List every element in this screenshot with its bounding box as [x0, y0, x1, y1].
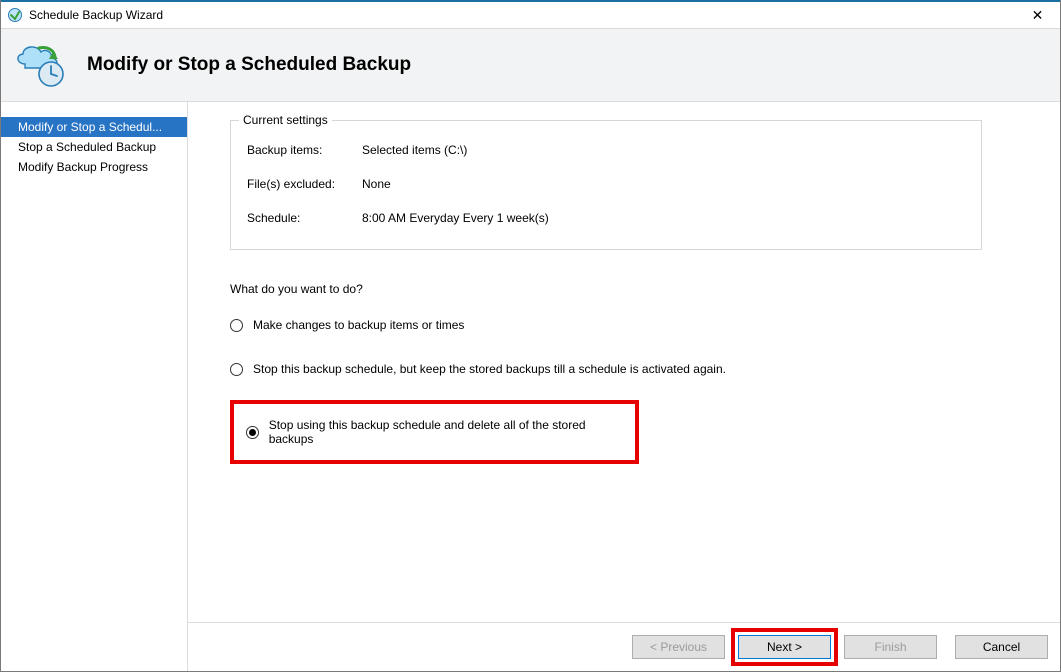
page-title: Modify or Stop a Scheduled Backup — [87, 54, 411, 76]
option-label: Stop this backup schedule, but keep the … — [253, 362, 726, 376]
button-label: Finish — [874, 640, 906, 654]
current-settings-legend: Current settings — [239, 113, 332, 127]
cancel-button[interactable]: Cancel — [955, 635, 1048, 659]
backup-cloud-clock-icon — [11, 40, 69, 90]
setting-row-schedule: Schedule: 8:00 AM Everyday Every 1 week(… — [247, 211, 965, 225]
close-icon: ✕ — [1032, 7, 1044, 24]
setting-value: None — [362, 177, 391, 191]
button-label: Next > — [767, 640, 802, 654]
sidebar-step-modify-progress[interactable]: Modify Backup Progress — [1, 157, 187, 177]
radio-icon — [230, 363, 243, 376]
option-make-changes[interactable]: Make changes to backup items or times — [230, 318, 1018, 332]
next-button[interactable]: Next > — [738, 635, 831, 659]
current-settings-group: Current settings Backup items: Selected … — [230, 120, 982, 250]
setting-row-backup-items: Backup items: Selected items (C:\) — [247, 143, 965, 157]
sidebar-item-label: Modify or Stop a Schedul... — [18, 120, 162, 134]
setting-label: Backup items: — [247, 143, 342, 157]
button-label: < Previous — [650, 640, 707, 654]
sidebar-step-stop-scheduled[interactable]: Stop a Scheduled Backup — [1, 137, 187, 157]
window-title: Schedule Backup Wizard — [29, 8, 163, 22]
question-text: What do you want to do? — [230, 282, 1018, 296]
highlight-next-button: Next > — [731, 628, 838, 666]
radio-icon — [230, 319, 243, 332]
main: Current settings Backup items: Selected … — [188, 102, 1060, 671]
setting-value: 8:00 AM Everyday Every 1 week(s) — [362, 211, 549, 225]
setting-label: File(s) excluded: — [247, 177, 342, 191]
setting-value: Selected items (C:\) — [362, 143, 467, 157]
sidebar-step-modify-or-stop[interactable]: Modify or Stop a Schedul... — [1, 117, 187, 137]
finish-button: Finish — [844, 635, 937, 659]
option-stop-delete-backups[interactable]: Stop using this backup schedule and dele… — [246, 418, 623, 446]
wizard-footer: < Previous Next > Finish Cancel — [188, 622, 1060, 671]
button-label: Cancel — [983, 640, 1020, 654]
setting-label: Schedule: — [247, 211, 342, 225]
setting-row-files-excluded: File(s) excluded: None — [247, 177, 965, 191]
titlebar-left: Schedule Backup Wizard — [7, 7, 163, 23]
body: Modify or Stop a Schedul... Stop a Sched… — [1, 102, 1060, 671]
header-band: Modify or Stop a Scheduled Backup — [1, 29, 1060, 102]
titlebar: Schedule Backup Wizard ✕ — [1, 0, 1060, 29]
previous-button: < Previous — [632, 635, 725, 659]
step-sidebar: Modify or Stop a Schedul... Stop a Sched… — [1, 102, 188, 671]
highlight-selected-option: Stop using this backup schedule and dele… — [230, 400, 639, 464]
content: Current settings Backup items: Selected … — [188, 102, 1060, 622]
app-icon — [7, 7, 23, 23]
sidebar-item-label: Stop a Scheduled Backup — [18, 140, 156, 154]
close-button[interactable]: ✕ — [1015, 1, 1060, 29]
option-label: Make changes to backup items or times — [253, 318, 464, 332]
radio-icon — [246, 426, 259, 439]
wizard-window: Schedule Backup Wizard ✕ Modify or Stop … — [0, 0, 1061, 672]
option-label: Stop using this backup schedule and dele… — [269, 418, 623, 446]
sidebar-item-label: Modify Backup Progress — [18, 160, 148, 174]
option-stop-keep-backups[interactable]: Stop this backup schedule, but keep the … — [230, 362, 1018, 376]
